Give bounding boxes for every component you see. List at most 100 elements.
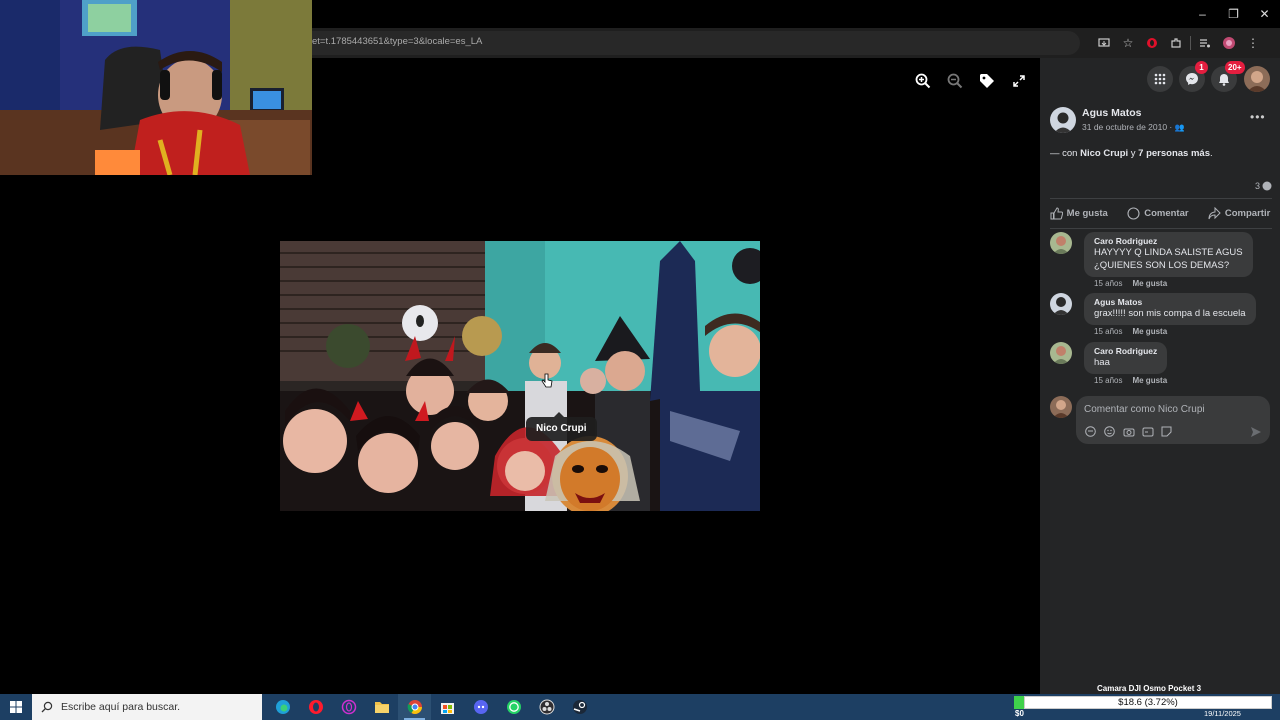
like-label: Me gusta <box>1066 207 1108 219</box>
comment-age[interactable]: 15 años <box>1094 279 1122 288</box>
camera-icon[interactable] <box>1122 425 1135 438</box>
comment-count[interactable]: 3 <box>1255 181 1272 191</box>
commenter-name[interactable]: Caro Rodriguez <box>1094 236 1243 246</box>
comment-text: ¿QUIENES SON LOS DEMAS? <box>1094 260 1230 271</box>
comment-like-link[interactable]: Me gusta <box>1132 376 1167 385</box>
chrome-icon[interactable] <box>398 694 431 720</box>
comment-item: Caro Rodriguez haa 15 años Me gusta <box>1050 342 1270 388</box>
comment-bubble-icon <box>1262 181 1272 191</box>
side-top-bar: 1 20+ <box>1040 58 1280 98</box>
comment-like-link[interactable]: Me gusta <box>1132 279 1167 288</box>
obs-icon[interactable] <box>530 694 563 720</box>
restore-icon[interactable]: ❐ <box>1218 0 1249 28</box>
composer-avatar[interactable] <box>1050 396 1072 418</box>
comment-label: Comentar <box>1144 207 1189 219</box>
notifications-badge: 20+ <box>1225 61 1245 74</box>
comment-item: Caro Rodriguez HAYYYY Q LINDA SALISTE AG… <box>1050 232 1270 288</box>
taskbar-apps <box>266 694 596 720</box>
composer-tools <box>1084 425 1173 438</box>
toolbar-icons: ☆ ⋮ <box>1094 32 1263 54</box>
post-date[interactable]: 31 de octubre de 2010 · 👥 <box>1082 122 1185 132</box>
tray-date[interactable]: 19/11/2025 <box>1204 709 1241 718</box>
share-icon <box>1208 206 1221 219</box>
address-bar[interactable]: et=t.1785443651&type=3&locale=es_LA <box>300 31 1080 55</box>
steam-icon[interactable] <box>563 694 596 720</box>
post-author-name[interactable]: Agus Matos <box>1082 107 1142 119</box>
comment-bubble: Agus Matos grax!!!!! son mis compa d la … <box>1084 293 1256 325</box>
messenger-icon[interactable]: 1 <box>1179 61 1208 92</box>
composer-placeholder: Comentar como Nico Crupi <box>1084 404 1205 415</box>
comment-item: Agus Matos grax!!!!! son mis compa d la … <box>1050 293 1270 339</box>
commenter-name[interactable]: Caro Rodriguez <box>1094 346 1157 356</box>
photo-tag-label[interactable]: Nico Crupi <box>526 412 597 441</box>
comment-composer[interactable]: Comentar como Nico Crupi <box>1076 396 1270 444</box>
zoom-out-icon[interactable] <box>944 70 966 92</box>
system-tray: $18.6 (3.72%) $0 19/11/2025 <box>1014 694 1280 720</box>
halloween-photo[interactable] <box>280 241 760 511</box>
tag-icon[interactable] <box>976 70 998 92</box>
windows-start-icon[interactable] <box>0 694 32 720</box>
author-avatar[interactable] <box>1050 107 1076 133</box>
post-actions: Me gusta Comentar Compartir <box>1040 205 1280 221</box>
apps-menu-icon[interactable] <box>1147 66 1173 92</box>
commenter-avatar[interactable] <box>1050 293 1072 315</box>
viewer-tools <box>912 70 1030 92</box>
emoji-icon[interactable] <box>1103 425 1116 438</box>
tagged-person-link[interactable]: Nico Crupi <box>1080 148 1128 159</box>
tagged-others-link[interactable]: 7 personas más <box>1138 148 1210 159</box>
install-icon[interactable] <box>1094 32 1114 54</box>
screen: – ❐ ✕ et=t.1785443651&type=3&locale=es_L… <box>0 0 1280 720</box>
discord-icon[interactable] <box>464 694 497 720</box>
tagged-mid: y <box>1128 148 1139 159</box>
comment-age[interactable]: 15 años <box>1094 327 1122 336</box>
like-button[interactable]: Me gusta <box>1050 205 1108 221</box>
microsoft-store-icon[interactable] <box>431 694 464 720</box>
comment-meta: 15 años Me gusta <box>1094 279 1167 288</box>
camera-label: Camara DJI Osmo Pocket 3 <box>1097 684 1202 693</box>
account-avatar[interactable] <box>1244 66 1270 92</box>
comment-count-value: 3 <box>1254 181 1260 191</box>
fullscreen-icon[interactable] <box>1008 70 1030 92</box>
window-controls: – ❐ ✕ <box>1187 0 1280 28</box>
whatsapp-icon[interactable] <box>497 694 530 720</box>
close-icon[interactable]: ✕ <box>1249 0 1280 28</box>
share-button[interactable]: Compartir <box>1208 205 1270 221</box>
file-explorer-icon[interactable] <box>365 694 398 720</box>
windows-taskbar: Escribe aquí para buscar. $18.6 (3.72%) … <box>0 694 1280 720</box>
send-icon[interactable] <box>1250 425 1262 443</box>
divider <box>1050 228 1272 229</box>
profile-icon[interactable] <box>1219 32 1239 54</box>
sticker-icon[interactable] <box>1160 425 1173 438</box>
comment-meta: 15 años Me gusta <box>1094 327 1167 336</box>
extensions-icon[interactable] <box>1166 32 1186 54</box>
zoom-in-icon[interactable] <box>912 70 934 92</box>
menu-icon[interactable]: ⋮ <box>1243 32 1263 54</box>
comment-bubble: Caro Rodriguez haa <box>1084 342 1168 374</box>
minimize-icon[interactable]: – <box>1187 0 1218 28</box>
comment-age[interactable]: 15 años <box>1094 376 1122 385</box>
opera-gx-icon[interactable] <box>332 694 365 720</box>
opera-icon[interactable] <box>1142 32 1162 54</box>
share-label: Compartir <box>1224 207 1271 219</box>
notifications-icon[interactable]: 20+ <box>1211 61 1245 92</box>
star-icon[interactable]: ☆ <box>1118 32 1138 54</box>
media-icon[interactable] <box>1195 32 1215 54</box>
avatar-sticker-icon[interactable] <box>1084 425 1097 438</box>
commenter-avatar[interactable] <box>1050 232 1072 254</box>
post-date-text: 31 de octubre de 2010 · <box>1082 122 1173 132</box>
comment-button[interactable]: Comentar <box>1127 205 1189 221</box>
comment-like-link[interactable]: Me gusta <box>1132 327 1167 336</box>
webcam-overlay <box>0 0 312 175</box>
commenter-avatar[interactable] <box>1050 342 1072 364</box>
taskbar-search[interactable]: Escribe aquí para buscar. <box>32 694 262 720</box>
comment-text: HAYYYY Q LINDA SALISTE AGUS <box>1094 247 1243 258</box>
more-options-icon[interactable]: ••• <box>1250 110 1266 124</box>
audience-friends-icon: 👥 <box>1174 123 1185 132</box>
messenger-badge: 1 <box>1195 61 1208 74</box>
url-text: et=t.1785443651&type=3&locale=es_LA <box>312 36 483 47</box>
gif-icon[interactable] <box>1141 425 1154 438</box>
commenter-name[interactable]: Agus Matos <box>1094 297 1246 307</box>
edge-icon[interactable] <box>266 694 299 720</box>
post-side-panel: 1 20+ Agus Matos 31 de octubre de 2010 ·… <box>1040 58 1280 694</box>
opera-icon[interactable] <box>299 694 332 720</box>
